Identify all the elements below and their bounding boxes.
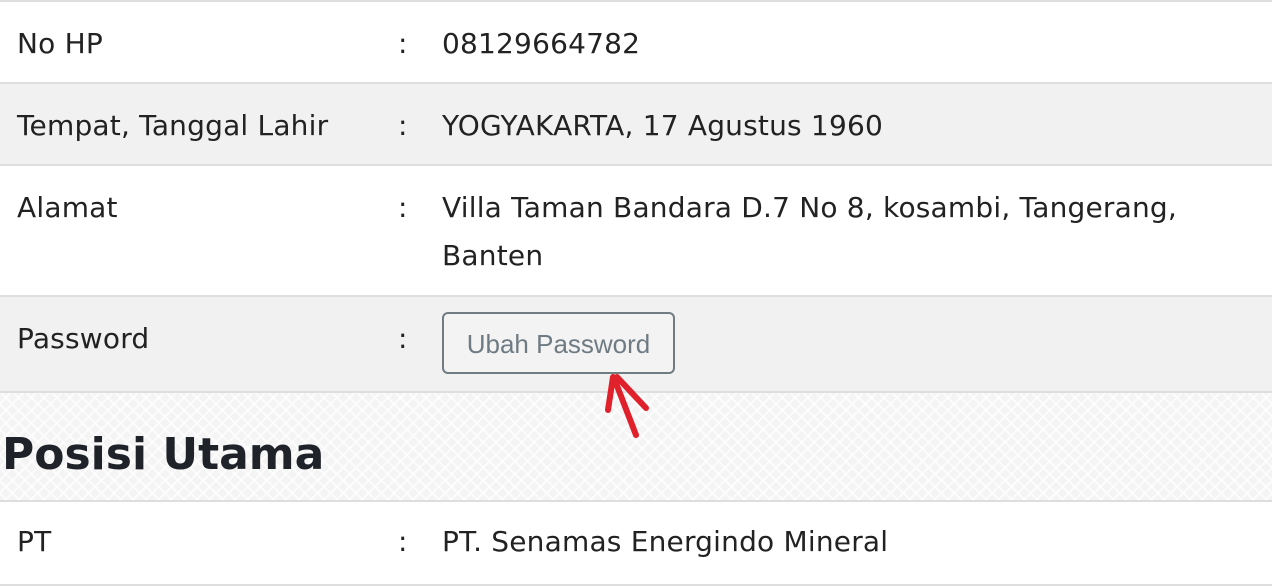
row-value: 08129664782 (442, 27, 641, 60)
row-separator: : (398, 525, 408, 558)
row-label: Password (17, 322, 150, 355)
row-separator: : (398, 27, 408, 60)
position-table: PT : PT. Senamas Energindo Mineral (0, 500, 1272, 586)
row-value: YOGYAKARTA, 17 Agustus 1960 (442, 109, 883, 142)
table-row-address: Alamat : Villa Taman Bandara D.7 No 8, k… (0, 166, 1272, 297)
section-title: Posisi Utama (2, 429, 325, 480)
row-value: PT. Senamas Energindo Mineral (442, 525, 889, 558)
row-separator: : (398, 191, 408, 224)
table-row-pt: PT : PT. Senamas Energindo Mineral (0, 502, 1272, 586)
profile-table: No HP : 08129664782 Tempat, Tanggal Lahi… (0, 0, 1272, 393)
row-label: PT (17, 525, 52, 558)
row-separator: : (398, 109, 408, 142)
row-label: No HP (17, 27, 103, 60)
row-label: Tempat, Tanggal Lahir (17, 109, 329, 142)
red-arrow-icon (605, 374, 649, 438)
address-line-1: Villa Taman Bandara D.7 No 8, kosambi, T… (442, 191, 1178, 224)
row-separator: : (398, 322, 408, 355)
row-label: Alamat (17, 191, 118, 224)
table-row-no-hp: No HP : 08129664782 (0, 2, 1272, 84)
table-row-birth: Tempat, Tanggal Lahir : YOGYAKARTA, 17 A… (0, 84, 1272, 166)
address-line-2: Banten (442, 239, 544, 272)
